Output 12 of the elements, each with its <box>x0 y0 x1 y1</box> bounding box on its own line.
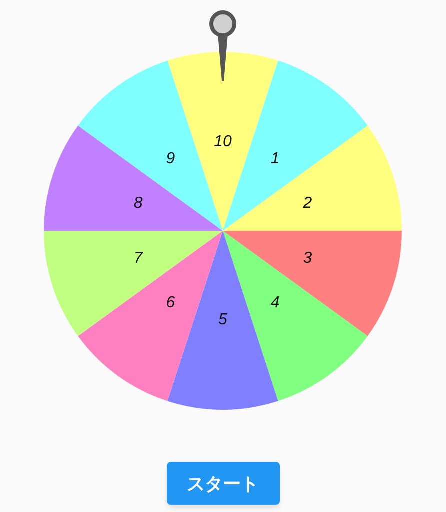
segment-label: 8 <box>134 195 143 212</box>
segment-label: 2 <box>303 195 312 212</box>
segment-label: 7 <box>134 250 143 267</box>
segment-label: 1 <box>270 150 280 168</box>
segment-label: 3 <box>303 250 312 267</box>
segment-label: 5 <box>218 312 228 328</box>
segment-label: 9 <box>166 150 176 168</box>
segment-label: 4 <box>270 294 280 312</box>
start-button[interactable]: スタート <box>166 462 280 505</box>
segment-label: 10 <box>214 134 232 150</box>
pointer-icon <box>210 10 236 81</box>
segment-label: 6 <box>166 294 176 312</box>
